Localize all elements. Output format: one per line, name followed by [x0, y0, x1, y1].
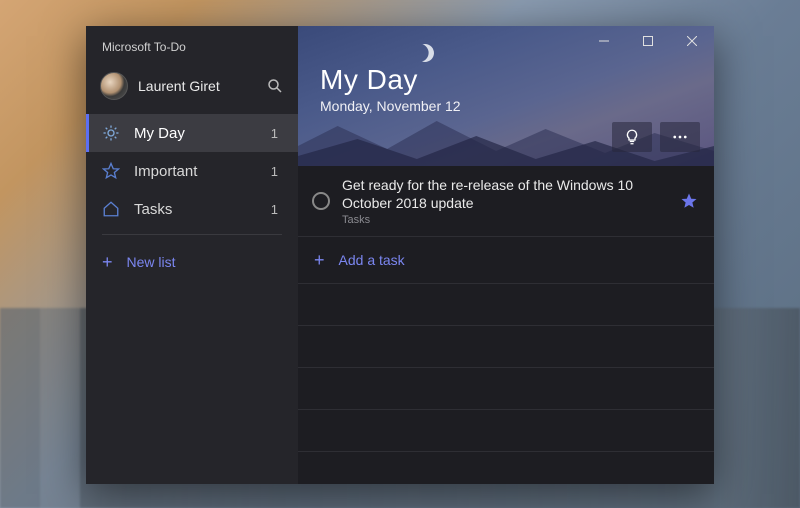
home-icon — [102, 200, 120, 218]
sidebar-item-important[interactable]: Important 1 — [86, 152, 298, 190]
sun-icon — [102, 124, 120, 142]
empty-row — [298, 326, 714, 368]
sidebar: Microsoft To-Do Laurent Giret My Day 1 I… — [86, 26, 298, 484]
sidebar-item-count: 1 — [271, 126, 282, 141]
main-panel: My Day Monday, November 12 Get ready for… — [298, 26, 714, 484]
empty-row — [298, 368, 714, 410]
empty-row — [298, 284, 714, 326]
empty-row — [298, 452, 714, 484]
empty-row — [298, 410, 714, 452]
window-maximize-button[interactable] — [626, 26, 670, 56]
new-list-button[interactable]: + New list — [86, 241, 298, 283]
divider — [102, 234, 282, 235]
sidebar-item-my-day[interactable]: My Day 1 — [86, 114, 298, 152]
app-window: Microsoft To-Do Laurent Giret My Day 1 I… — [86, 26, 714, 484]
new-list-label: New list — [127, 254, 176, 270]
task-star-button[interactable] — [680, 192, 698, 210]
app-title: Microsoft To-Do — [86, 34, 298, 66]
avatar — [100, 72, 128, 100]
sidebar-item-label: Important — [134, 163, 257, 180]
window-minimize-button[interactable] — [582, 26, 626, 56]
star-filled-icon — [680, 192, 698, 210]
sidebar-item-count: 1 — [271, 164, 282, 179]
plus-icon: + — [102, 253, 113, 271]
user-row[interactable]: Laurent Giret — [86, 66, 298, 114]
window-close-button[interactable] — [670, 26, 714, 56]
lightbulb-icon — [623, 128, 641, 146]
suggestions-button[interactable] — [612, 122, 652, 152]
minimize-icon — [599, 36, 609, 46]
sidebar-item-label: My Day — [134, 125, 257, 142]
task-sublist: Tasks — [342, 214, 668, 226]
sidebar-item-tasks[interactable]: Tasks 1 — [86, 190, 298, 228]
more-icon — [671, 128, 689, 146]
sidebar-item-count: 1 — [271, 202, 282, 217]
star-icon — [102, 162, 120, 180]
window-titlebar — [298, 26, 714, 56]
task-complete-checkbox[interactable] — [312, 192, 330, 210]
search-button[interactable] — [266, 77, 284, 95]
task-row[interactable]: Get ready for the re-release of the Wind… — [298, 166, 714, 237]
task-body: Get ready for the re-release of the Wind… — [342, 176, 668, 226]
user-name: Laurent Giret — [138, 78, 256, 94]
sidebar-item-label: Tasks — [134, 201, 257, 218]
maximize-icon — [643, 36, 653, 46]
list-options-button[interactable] — [660, 122, 700, 152]
page-title: My Day — [320, 64, 692, 96]
plus-icon: + — [314, 251, 325, 269]
task-list: Get ready for the re-release of the Wind… — [298, 166, 714, 484]
add-task-button[interactable]: + Add a task — [298, 237, 714, 284]
search-icon — [266, 77, 284, 95]
add-task-label: Add a task — [339, 252, 405, 268]
close-icon — [687, 36, 697, 46]
task-title: Get ready for the re-release of the Wind… — [342, 176, 668, 212]
